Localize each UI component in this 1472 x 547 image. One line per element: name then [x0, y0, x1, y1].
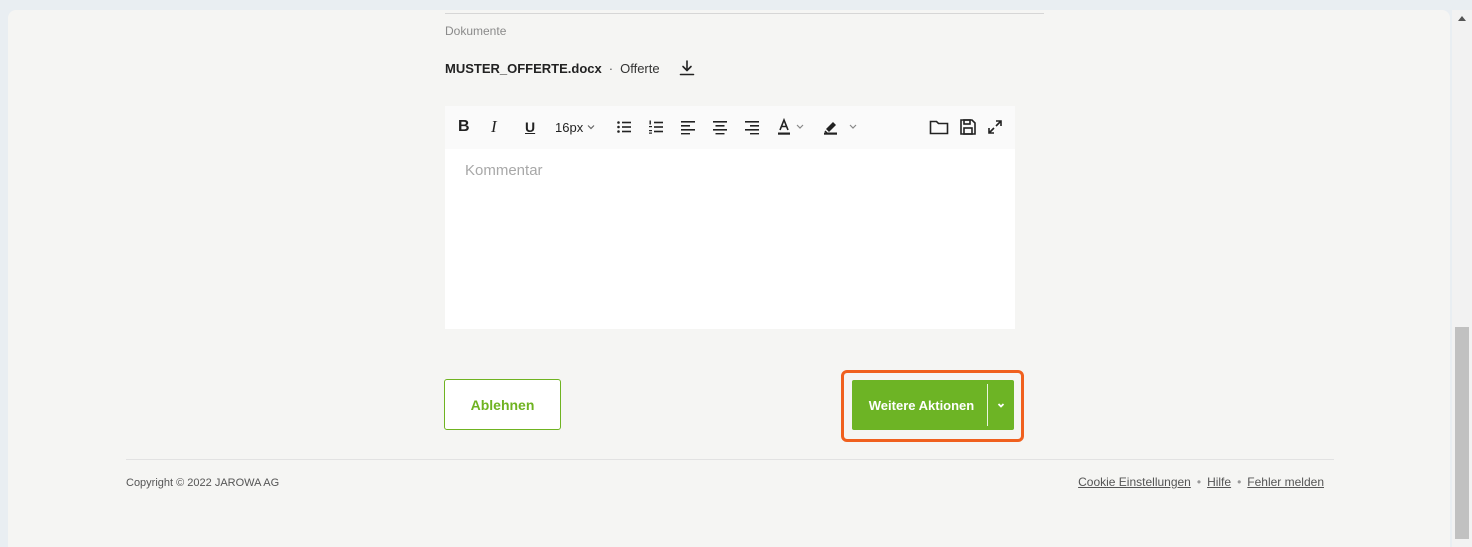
- document-item: MUSTER_OFFERTE.docx · Offerte: [445, 57, 696, 79]
- documents-label: Dokumente: [445, 24, 507, 38]
- underline-icon[interactable]: U: [525, 116, 535, 138]
- chevron-down-icon[interactable]: [988, 380, 1014, 430]
- folder-icon[interactable]: [929, 116, 949, 138]
- divider: [445, 13, 1044, 14]
- document-type: Offerte: [620, 60, 660, 76]
- more-actions-label[interactable]: Weitere Aktionen: [852, 380, 987, 430]
- numbered-list-icon[interactable]: [648, 116, 664, 138]
- document-file-name[interactable]: MUSTER_OFFERTE.docx: [445, 61, 602, 76]
- footer-divider: [126, 459, 1334, 460]
- highlight-color-icon[interactable]: [823, 116, 861, 138]
- copyright-text: Copyright © 2022 JAROWA AG: [126, 477, 280, 489]
- scrollbar-thumb[interactable]: [1455, 327, 1469, 539]
- bullet-list-icon[interactable]: [616, 116, 632, 138]
- download-icon[interactable]: [678, 59, 696, 77]
- save-icon[interactable]: [959, 116, 977, 138]
- comment-placeholder: Kommentar: [465, 162, 543, 179]
- comment-textarea[interactable]: Kommentar: [445, 149, 1015, 329]
- align-left-icon[interactable]: [680, 116, 696, 138]
- more-actions-button[interactable]: Weitere Aktionen: [852, 380, 1014, 430]
- footer-separator: •: [1237, 475, 1242, 489]
- align-center-icon[interactable]: [712, 116, 728, 138]
- reject-button[interactable]: Ablehnen: [444, 379, 561, 430]
- text-color-icon[interactable]: [777, 116, 807, 138]
- fullscreen-icon[interactable]: [987, 116, 1003, 138]
- italic-icon[interactable]: I: [491, 116, 497, 138]
- font-size-value: 16px: [555, 119, 584, 135]
- footer-link-help[interactable]: Hilfe: [1207, 475, 1231, 489]
- comment-editor: B I U 16px Kommentar: [445, 106, 1015, 329]
- footer-link-report-error[interactable]: Fehler melden: [1247, 475, 1324, 489]
- bold-icon[interactable]: B: [458, 116, 470, 138]
- editor-toolbar: B I U 16px: [445, 106, 1015, 149]
- button-divider: [987, 384, 988, 426]
- font-size-dropdown[interactable]: 16px: [555, 116, 596, 138]
- document-separator: ·: [608, 60, 614, 76]
- footer-separator: •: [1196, 475, 1202, 489]
- footer-links: Cookie Einstellungen • Hilfe • Fehler me…: [1078, 475, 1324, 489]
- scroll-up-arrow-icon[interactable]: [1456, 12, 1468, 24]
- footer-link-cookie-settings[interactable]: Cookie Einstellungen: [1078, 475, 1191, 489]
- align-right-icon[interactable]: [744, 116, 760, 138]
